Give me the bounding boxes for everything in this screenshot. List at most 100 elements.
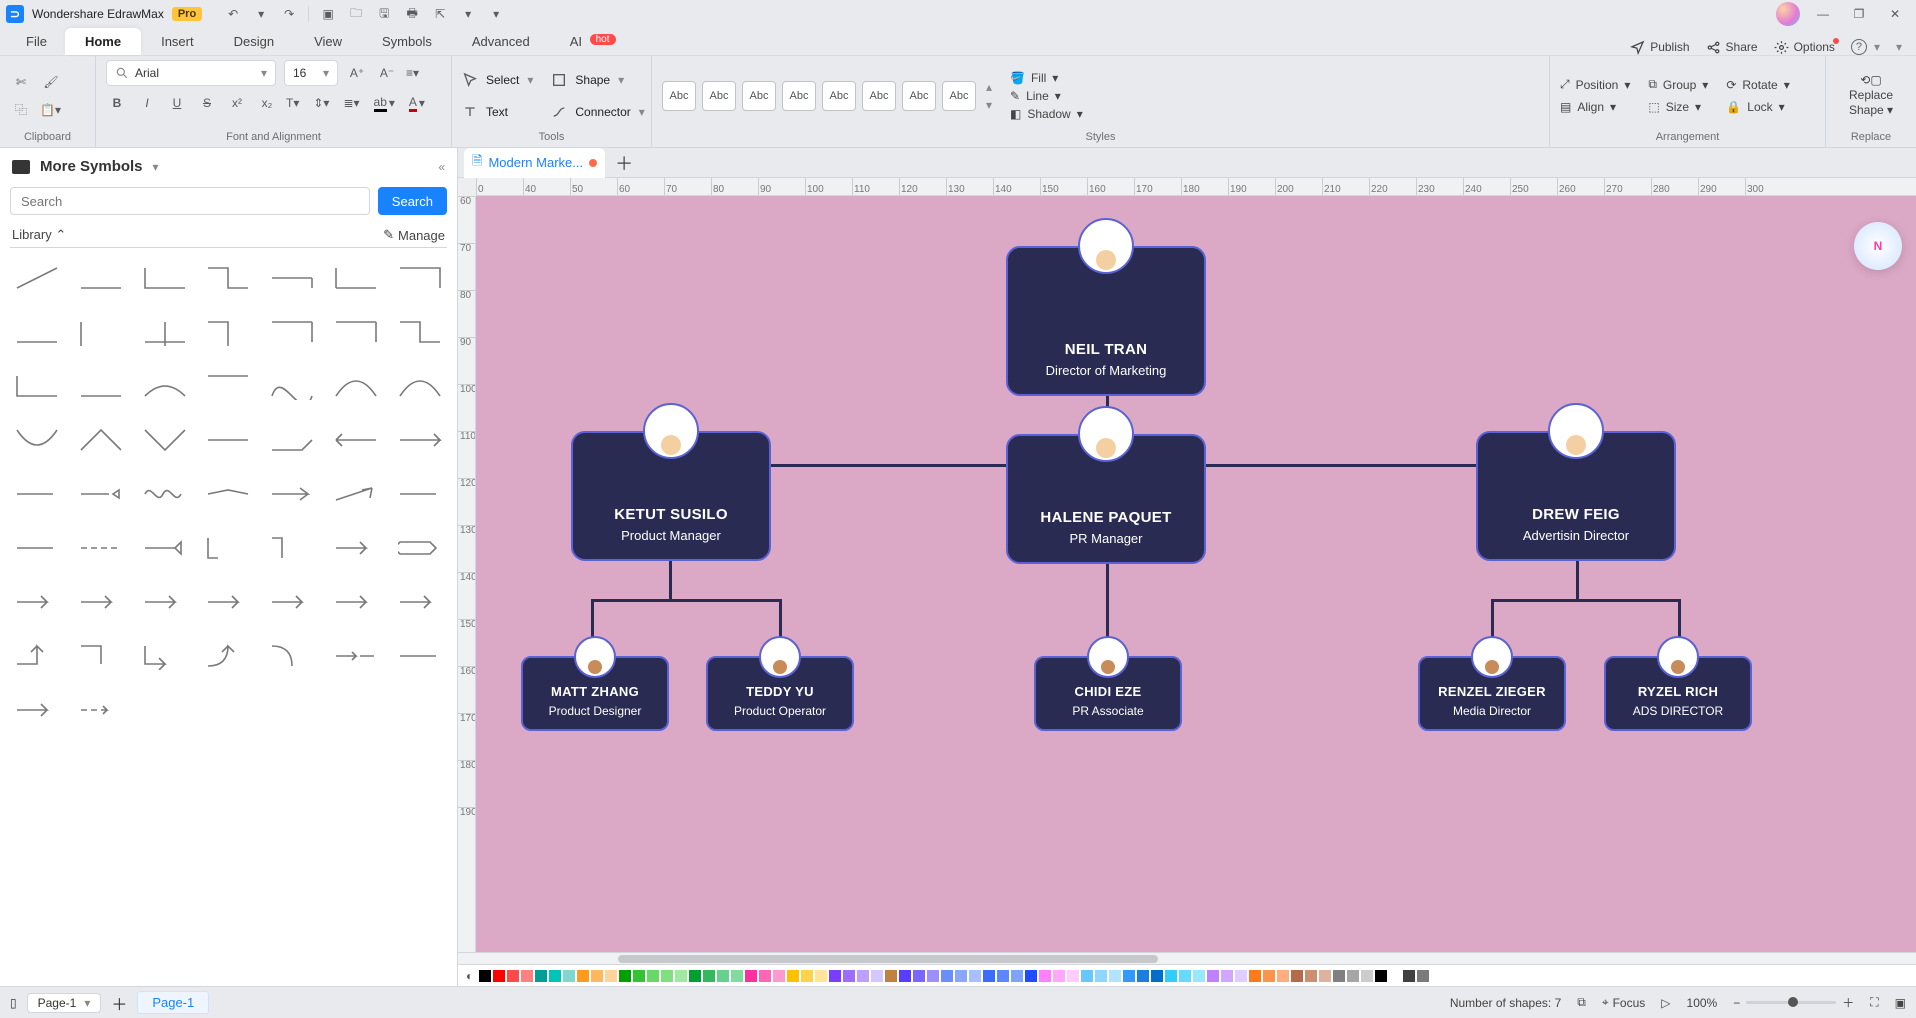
color-swatch[interactable] <box>1291 970 1303 982</box>
color-swatch[interactable] <box>801 970 813 982</box>
color-swatch[interactable] <box>955 970 967 982</box>
shape-thumb[interactable] <box>202 634 256 678</box>
horizontal-scrollbar[interactable] <box>458 952 1916 964</box>
shape-thumb[interactable] <box>138 472 192 516</box>
zoom-out-button[interactable]: − <box>1733 996 1740 1010</box>
export-caret[interactable]: ▾ <box>459 5 477 23</box>
menu-symbols[interactable]: Symbols <box>362 28 452 55</box>
text-align-button[interactable]: ≡▾ <box>406 62 425 84</box>
color-swatch[interactable] <box>605 970 617 982</box>
manage-library-button[interactable]: ✎ Manage <box>383 227 445 243</box>
color-swatch[interactable] <box>843 970 855 982</box>
shape-thumb[interactable] <box>10 256 64 300</box>
scrollbar-thumb[interactable] <box>618 955 1158 963</box>
color-swatch[interactable] <box>969 970 981 982</box>
color-swatch[interactable] <box>1123 970 1135 982</box>
color-swatch[interactable] <box>1193 970 1205 982</box>
shape-thumb[interactable] <box>329 472 383 516</box>
color-swatch[interactable] <box>1417 970 1429 982</box>
shape-thumb[interactable] <box>74 688 128 732</box>
color-swatch[interactable] <box>633 970 645 982</box>
org-node-root[interactable]: NEIL TRAN Director of Marketing <box>1006 246 1206 396</box>
color-swatch[interactable] <box>983 970 995 982</box>
shape-thumb[interactable] <box>329 364 383 408</box>
shape-thumb[interactable] <box>10 472 64 516</box>
doc-tab-active[interactable]: 🗎 Modern Marke... <box>464 148 605 178</box>
org-node-leaf-1-0[interactable]: CHIDI EZE PR Associate <box>1034 656 1182 731</box>
shape-thumb[interactable] <box>10 526 64 570</box>
shape-thumb[interactable] <box>265 472 319 516</box>
options-button[interactable]: Options <box>1774 40 1835 55</box>
format-painter-button[interactable]: 🖌 <box>40 71 62 93</box>
change-case-button[interactable]: T▾ <box>286 92 305 114</box>
shape-thumb[interactable] <box>202 580 256 624</box>
shape-thumb[interactable] <box>202 418 256 462</box>
color-swatch[interactable] <box>787 970 799 982</box>
shape-thumb[interactable] <box>265 256 319 300</box>
menu-advanced[interactable]: Advanced <box>452 28 550 55</box>
color-swatch[interactable] <box>1025 970 1037 982</box>
color-swatch[interactable] <box>1249 970 1261 982</box>
color-swatch[interactable] <box>619 970 631 982</box>
increase-font-button[interactable]: A⁺ <box>346 62 368 84</box>
menu-insert[interactable]: Insert <box>141 28 214 55</box>
org-node-child-0[interactable]: KETUT SUSILO Product Manager <box>571 431 771 561</box>
shape-thumb[interactable] <box>393 472 447 516</box>
maximize-button[interactable]: ❐ <box>1846 3 1872 25</box>
qat-customize-caret[interactable]: ▾ <box>487 5 505 23</box>
line-spacing-button[interactable]: ⇕▾ <box>313 92 335 114</box>
save-button[interactable]: 🖫 <box>375 5 393 23</box>
color-swatch[interactable] <box>885 970 897 982</box>
shape-thumb[interactable] <box>265 580 319 624</box>
shape-thumb[interactable] <box>74 634 128 678</box>
shape-thumb[interactable] <box>202 256 256 300</box>
shape-thumb[interactable] <box>10 580 64 624</box>
shape-thumb[interactable] <box>393 310 447 354</box>
shape-thumb[interactable] <box>74 526 128 570</box>
shape-thumb[interactable] <box>265 634 319 678</box>
menu-ai[interactable]: AI hot <box>550 28 636 55</box>
shape-thumb[interactable] <box>202 472 256 516</box>
shape-thumb[interactable] <box>202 526 256 570</box>
style-swatch-7[interactable]: Abc <box>902 81 936 111</box>
shape-thumb[interactable] <box>329 310 383 354</box>
shape-thumb[interactable] <box>138 526 192 570</box>
shape-thumb[interactable] <box>265 418 319 462</box>
shape-thumb[interactable] <box>10 364 64 408</box>
font-family-select[interactable]: Arial ▾ <box>106 60 276 86</box>
close-button[interactable]: ✕ <box>1882 3 1908 25</box>
page-select[interactable]: Page-1 ▾ <box>27 993 102 1013</box>
collapse-ribbon-button[interactable]: ▾ <box>1896 40 1902 54</box>
color-swatch[interactable] <box>759 970 771 982</box>
color-swatch[interactable] <box>941 970 953 982</box>
shape-thumb[interactable] <box>10 634 64 678</box>
focus-mode-button[interactable]: ⌖ Focus <box>1602 995 1645 1010</box>
color-swatch[interactable] <box>1151 970 1163 982</box>
add-page-button[interactable]: ＋ <box>111 991 127 1015</box>
org-node-leaf-2-1[interactable]: RYZEL RICH ADS DIRECTOR <box>1604 656 1752 731</box>
color-swatch[interactable] <box>1361 970 1373 982</box>
copy-button[interactable]: ⿻ <box>10 99 32 121</box>
collapse-panel-button[interactable]: « <box>438 160 445 174</box>
color-swatch[interactable] <box>493 970 505 982</box>
color-swatch[interactable] <box>717 970 729 982</box>
symbol-search-button[interactable]: Search <box>378 187 447 215</box>
color-swatch[interactable] <box>1011 970 1023 982</box>
shape-thumb[interactable] <box>329 580 383 624</box>
align-button[interactable]: ▤ Align▾ <box>1560 100 1630 114</box>
style-gallery[interactable]: Abc Abc Abc Abc Abc Abc Abc Abc ▴ ▾ <box>662 80 996 112</box>
color-swatch[interactable] <box>997 970 1009 982</box>
org-node-leaf-2-0[interactable]: RENZEL ZIEGER Media Director <box>1418 656 1566 731</box>
color-swatch[interactable] <box>927 970 939 982</box>
color-swatch[interactable] <box>1375 970 1387 982</box>
shape-thumb[interactable] <box>393 418 447 462</box>
underline-button[interactable]: U <box>166 92 188 114</box>
style-swatch-1[interactable]: Abc <box>662 81 696 111</box>
color-swatch[interactable] <box>563 970 575 982</box>
fullscreen-button[interactable]: ▣ <box>1895 996 1906 1010</box>
shape-thumb[interactable] <box>265 526 319 570</box>
size-button[interactable]: ⬚ Size▾ <box>1648 100 1708 114</box>
color-swatch[interactable] <box>689 970 701 982</box>
shape-thumb[interactable] <box>138 580 192 624</box>
color-swatch[interactable] <box>1389 970 1401 982</box>
